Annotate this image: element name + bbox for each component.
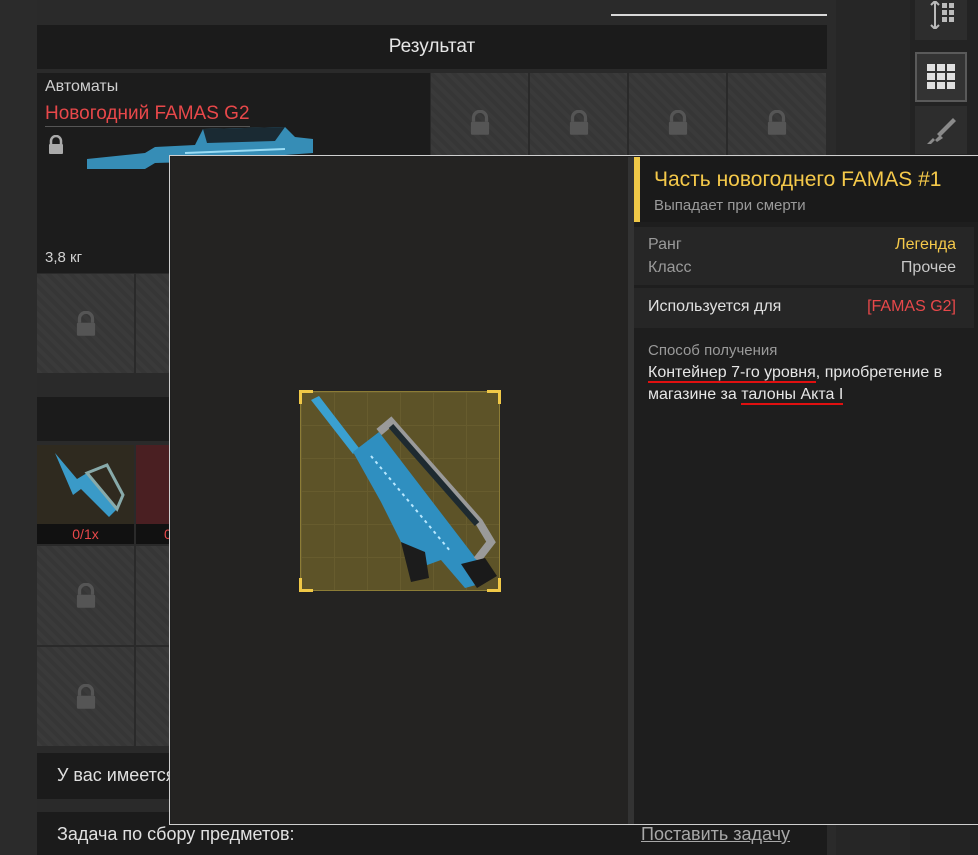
part-slot-2[interactable]: 0 [136,445,170,544]
locked-slot[interactable] [136,647,170,746]
grid-icon [927,64,955,89]
locked-slot[interactable] [37,274,134,373]
part-slot-1[interactable]: 0/1x [37,445,134,544]
info-header: Часть новогоднего FAMAS #1 Выпадает при … [634,157,978,222]
rank-value: Легенда [895,236,956,253]
part-title: Часть новогоднего FAMAS #1 [654,168,942,191]
used-for-value: [FAMAS G2] [867,298,956,315]
lock-icon [668,109,687,135]
part-count: 0/1x [37,524,134,544]
lock-icon [569,109,588,135]
result-header: Результат [37,25,827,69]
item-info-panel: Часть новогоднего FAMAS #1 Выпадает при … [634,157,978,824]
class-row: Класс Прочее [648,259,956,277]
locked-slot[interactable] [136,546,170,645]
used-for-row: Используется для [FAMAS G2] [648,298,956,316]
rank-label: Ранг [648,236,682,253]
item-frame [299,390,501,592]
used-for-block: Используется для [FAMAS G2] [634,288,974,328]
rifle-icon [927,118,956,144]
item-detail-popup: Часть новогоднего FAMAS #1 Выпадает при … [169,155,978,825]
famas-part-icon [311,396,497,588]
lock-icon [76,683,95,709]
class-value: Прочее [900,259,956,276]
lock-icon [767,109,787,135]
method-label: Способ получения [648,342,778,359]
method-tokens: талоны Акта I [741,386,844,405]
used-for-label: Используется для [648,298,782,315]
lock-icon [47,134,65,160]
sort-grid-icon [930,1,954,29]
part-count: 0 [136,524,170,544]
lock-icon [470,109,489,135]
famas-part-icon [55,453,125,517]
item-weight: 3,8 кг [45,249,83,266]
task-label: Задача по сбору предметов: [57,824,295,844]
item-preview [171,157,635,824]
method-text: Контейнер 7-го уровня, приобретение в ма… [648,362,966,406]
sort-view-button[interactable] [915,0,967,40]
grid-view-button[interactable] [915,52,967,102]
rank-row: Ранг Легенда [648,236,956,254]
method-container: Контейнер 7-го уровня [648,364,816,383]
inventory-notice: У вас имеется [37,753,177,799]
lock-icon [76,310,95,336]
left-background [0,0,37,855]
locked-slot[interactable] [136,274,170,373]
rifle-filter-button[interactable] [915,106,967,154]
locked-slot[interactable] [37,647,134,746]
active-tab-indicator [611,14,827,16]
parts-header [37,397,177,441]
lock-icon [76,582,95,608]
class-label: Класс [648,259,692,276]
set-task-link[interactable]: Поставить задачу [641,824,790,845]
part-drop-note: Выпадает при смерти [654,197,806,214]
stats-block: Ранг Легенда Класс Прочее [634,227,974,285]
locked-slot[interactable] [37,546,134,645]
item-category: Автоматы [45,78,119,95]
